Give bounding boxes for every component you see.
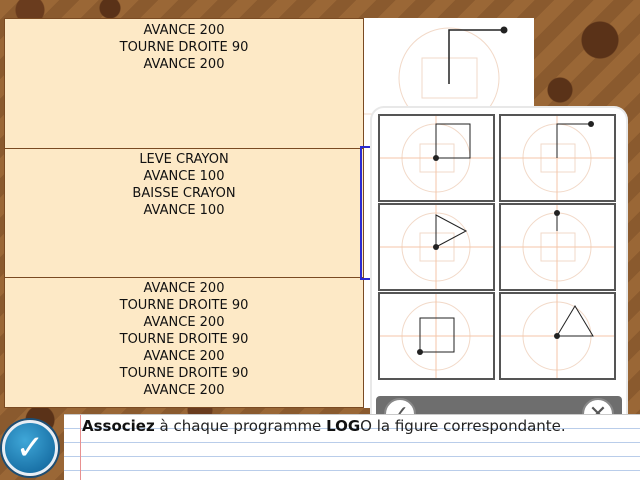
program-line: TOURNE DROITE 90 bbox=[119, 298, 249, 313]
turtle-figure bbox=[380, 205, 493, 289]
program-line: AVANCE 100 bbox=[143, 169, 225, 184]
program-line: AVANCE 200 bbox=[143, 383, 225, 398]
turtle-figure bbox=[501, 116, 614, 200]
program-table: AVANCE 200 TOURNE DROITE 90 AVANCE 200 L… bbox=[4, 18, 364, 408]
figure-option-dashed-line[interactable] bbox=[499, 203, 616, 291]
figure-option-triangle-up[interactable] bbox=[499, 292, 616, 380]
instruction-verb: Associez bbox=[82, 417, 155, 435]
figure-option-corner[interactable] bbox=[499, 114, 616, 202]
turtle-figure bbox=[380, 294, 493, 378]
program-row-2[interactable]: LEVE CRAYON AVANCE 100 BAISSE CRAYON AVA… bbox=[5, 149, 363, 278]
check-icon: ✓ bbox=[15, 428, 45, 468]
instruction-strip: Associez à chaque programme LOGO la figu… bbox=[64, 414, 640, 480]
program-line: AVANCE 200 bbox=[143, 349, 225, 364]
figure-grid bbox=[378, 114, 620, 390]
figure-option-square[interactable] bbox=[378, 292, 495, 380]
instruction-logo: LOG bbox=[326, 417, 361, 435]
instruction-mid: à chaque programme bbox=[154, 417, 327, 435]
turtle-figure bbox=[501, 205, 614, 289]
figure-option-square-corner[interactable] bbox=[378, 114, 495, 202]
program-line: AVANCE 100 bbox=[143, 203, 225, 218]
program-line: TOURNE DROITE 90 bbox=[119, 40, 249, 55]
instruction-text: Associez à chaque programme LOGO la figu… bbox=[82, 417, 566, 435]
figure-chooser-panel: ✓ ✕ bbox=[372, 108, 626, 438]
program-line: BAISSE CRAYON bbox=[132, 186, 236, 201]
program-line: LEVE CRAYON bbox=[139, 152, 229, 167]
program-line: TOURNE DROITE 90 bbox=[119, 366, 249, 381]
figure-option-triangle-right[interactable] bbox=[378, 203, 495, 291]
instruction-end: O la figure correspondante. bbox=[360, 417, 566, 435]
program-line: AVANCE 200 bbox=[143, 23, 225, 38]
program-line: TOURNE DROITE 90 bbox=[119, 332, 249, 347]
validate-button[interactable]: ✓ bbox=[2, 420, 58, 476]
program-row-3[interactable]: AVANCE 200 TOURNE DROITE 90 AVANCE 200 T… bbox=[5, 278, 363, 408]
program-line: AVANCE 200 bbox=[143, 281, 225, 296]
program-line: AVANCE 200 bbox=[143, 315, 225, 330]
selected-slot-marker bbox=[360, 146, 372, 280]
program-line: AVANCE 200 bbox=[143, 57, 225, 72]
turtle-figure bbox=[380, 116, 493, 200]
program-row-1[interactable]: AVANCE 200 TOURNE DROITE 90 AVANCE 200 bbox=[5, 19, 363, 149]
turtle-figure bbox=[501, 294, 614, 378]
